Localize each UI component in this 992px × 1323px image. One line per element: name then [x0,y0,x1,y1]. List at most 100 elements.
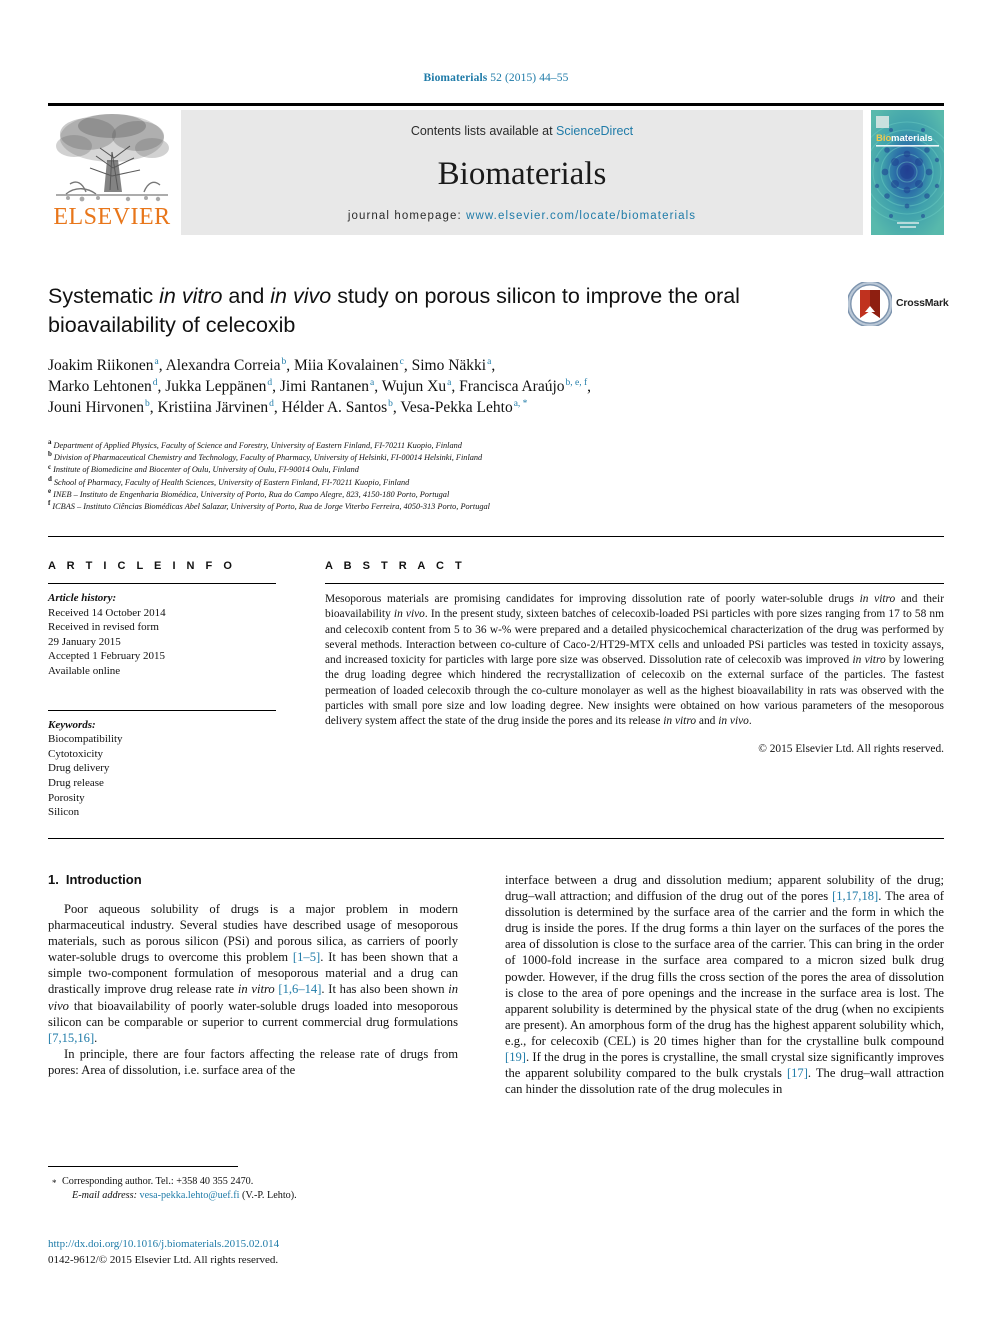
intro-paragraph-2: In principle, there are four factors aff… [48,1046,458,1077]
abs-it-3: in vitro [852,654,886,667]
corresponding-author-note: Corresponding author. Tel.: +358 40 355 … [62,1176,254,1187]
journal-homepage-line: journal homepage: www.elsevier.com/locat… [181,210,863,222]
author-name: Marko Lehtonen [48,378,152,395]
author-name: Vesa-Pekka Lehto [400,399,513,416]
affiliation-text: Department of Applied Physics, Faculty o… [53,441,462,450]
keyword-item: Cytotoxicity [48,747,103,760]
citation-ref-17[interactable]: [17] [787,1066,808,1080]
affiliation-row: a Department of Applied Physics, Faculty … [48,439,868,452]
title-seg-2: and [222,284,271,308]
article-history-item: Received in revised form [48,621,159,634]
article-info-block: A R T I C L E I N F O Article history: R… [48,560,283,820]
contents-available-line: Contents lists available at ScienceDirec… [181,124,863,138]
author-name: Jukka Leppänen [165,378,267,395]
citation-ref-7-15-16[interactable]: [7,15,16] [48,1031,94,1045]
email-address-label: E-mail address: [72,1190,137,1201]
section-number: 1. [48,872,59,887]
author-separator: , [491,357,496,374]
doi-link[interactable]: http://dx.doi.org/10.1016/j.biomaterials… [48,1237,488,1253]
running-head: Biomaterials 52 (2015) 44–55 [0,72,992,84]
journal-cover-thumbnail: Bio materials [871,110,944,235]
citation-ref-1-5[interactable]: [1–5] [293,950,320,964]
masthead-banner: Contents lists available at ScienceDirec… [181,110,863,235]
abstract-block: A B S T R A C T Mesoporous materials are… [325,560,944,755]
elsevier-tree-icon [56,114,169,202]
info-block-bottom-rule [48,838,944,839]
intro-paragraph-3: interface between a drug and dissolution… [505,872,944,1097]
doi-block: http://dx.doi.org/10.1016/j.biomaterials… [48,1237,488,1268]
journal-masthead: ELSEVIER Contents lists available at Sci… [48,103,944,235]
keyword-item: Porosity [48,791,85,804]
affiliation-row: e INEB – Instituto de Engenharia Biomédic… [48,488,868,501]
abstract-rule [325,583,944,584]
article-history-lines: Received 14 October 2014 Received in revi… [48,606,283,679]
abs-it-5: in vivo [718,715,749,728]
article-info-heading: A R T I C L E I N F O [48,560,236,572]
author-name: Miia Kovalainen [294,357,399,374]
affiliation-text: INEB – Instituto de Engenharia Biomédica… [53,489,450,499]
crossmark-badge-group[interactable]: CrossMark [848,282,958,328]
abstract-heading: A B S T R A C T [325,560,466,572]
abstract-copyright: © 2015 Elsevier Ltd. All rights reserved… [758,742,944,755]
masthead-top-rule [48,103,944,106]
citation-ref-19[interactable]: [19] [505,1050,526,1064]
email-link[interactable]: vesa-pekka.lehto@uef.fi [140,1190,240,1201]
author-line: Jouni Hirvonenb, Kristiina Järvinend, Hé… [48,397,848,418]
abs-seg-6: . [748,715,752,728]
section-heading-introduction: 1. Introduction [48,872,458,887]
contents-prefix: Contents lists available at [410,124,557,138]
article-history-item: Received 14 October 2014 [48,606,166,619]
author-affiliation-mark: b, e, f [565,377,588,388]
keyword-item: Biocompatibility [48,733,123,746]
author-separator: , [587,378,592,395]
issn-copyright-line: 0142-9612/© 2015 Elsevier Ltd. All right… [48,1253,279,1266]
info-block-top-rule [48,536,944,537]
affiliation-text: School of Pharmacy, Faculty of Health Sc… [53,477,410,487]
affiliation-list: a Department of Applied Physics, Faculty … [48,439,868,513]
title-seg-3: study on porous silicon to improve the [331,284,699,308]
author-separator: , [286,357,295,374]
article-history: Article history: Received 14 October 201… [48,591,283,679]
author-affiliation-mark: a, * [513,398,528,409]
journal-cover-art: Bio materials [871,110,944,235]
abs-seg-1: Mesoporous materials are promising candi… [325,593,860,605]
lp1-seg5: that bioavailability of poorly water-sol… [48,998,458,1029]
author-separator: , [272,378,280,395]
article-history-label: Article history: [48,592,117,604]
citation-ref-1-17-18[interactable]: [1,17,18] [832,889,878,903]
keywords-label: Keywords: [48,718,96,731]
abs-it-1: in vitro [859,593,896,605]
affiliation-text: Division of Pharmaceutical Chemistry and… [53,453,483,463]
affiliation-row: b Division of Pharmaceutical Chemistry an… [48,451,868,464]
affiliation-row: f ICBAS – Instituto Ciências Biomédicas A… [48,500,868,513]
author-separator: , [374,378,382,395]
author-list: Joakim Riikonena, Alexandra Correiab, Mi… [48,355,848,418]
crossmark-icon[interactable] [848,282,892,326]
running-head-citation: 52 (2015) 44–55 [487,72,569,84]
article-history-item: Available online [48,664,121,677]
journal-homepage-link[interactable]: www.elsevier.com/locate/biomaterials [466,210,696,222]
citation-ref-1-6-14[interactable]: [1,6–14] [278,982,321,996]
title-seg-1: Systematic [48,284,160,308]
keyword-item: Drug release [48,776,104,789]
author-name: Jouni Hirvonen [48,399,145,416]
author-name: Francisca Araújo [459,378,565,395]
page-title: Systematic in vitro and in vivo study on… [48,282,808,340]
sciencedirect-link[interactable]: ScienceDirect [556,124,633,138]
keywords-block: Keywords: Biocompatibility Cytotoxicity Dr… [48,718,283,820]
rp1-seg2: . The area of dissolution is determined … [505,889,944,1048]
author-separator: , [158,357,166,374]
keyword-item: Drug delivery [48,762,110,775]
elsevier-wordmark: ELSEVIER [53,204,171,230]
affiliation-text: Institute of Biomedicine and Biocenter o… [53,465,359,475]
affiliation-row: c Institute of Biomedicine and Biocenter … [48,463,868,476]
author-separator: , [451,378,460,395]
footnote-block: * Corresponding author. Tel.: +358 40 35… [48,1175,458,1203]
journal-title: Biomaterials [437,156,607,192]
title-block: Systematic in vitro and in vivo study on… [48,282,949,340]
article-history-item: 29 January 2015 [48,635,121,648]
abstract-text: Mesoporous materials are promising candi… [325,592,944,730]
abs-it-2: in vivo [393,608,425,621]
lp1-it1: in vitro [237,982,275,997]
affiliation-text: ICBAS – Instituto Ciências Biomédicas Ab… [52,502,490,512]
